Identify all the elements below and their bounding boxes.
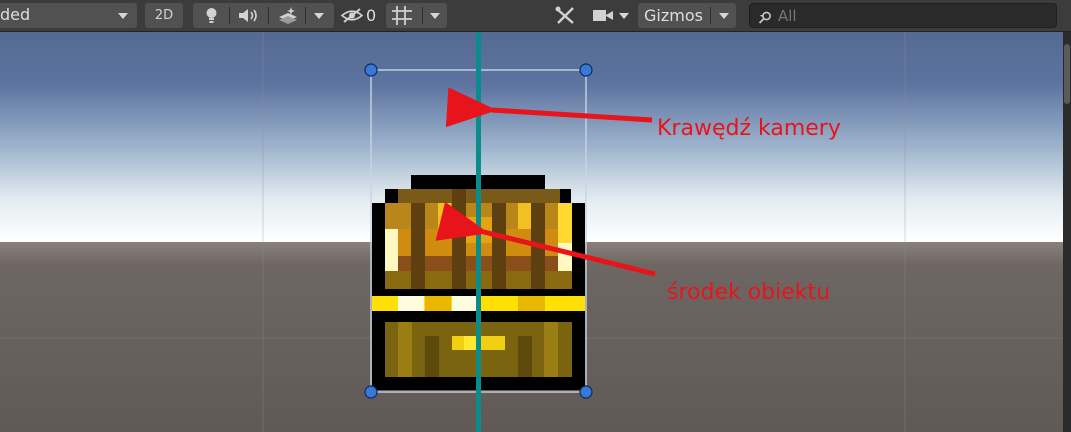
- scene-canvas: [0, 32, 1063, 432]
- resize-handle-top-right[interactable]: [579, 63, 593, 77]
- toolbar-separator: [268, 7, 269, 24]
- speaker-icon[interactable]: [237, 6, 261, 25]
- chevron-down-icon[interactable]: [314, 13, 324, 19]
- chevron-down-icon[interactable]: [719, 13, 729, 19]
- chevron-down-icon: [118, 13, 128, 19]
- camera-settings-dropdown[interactable]: [588, 3, 634, 28]
- resize-handle-bottom-right[interactable]: [579, 385, 593, 399]
- eye-slash-icon: [340, 7, 364, 24]
- toolbar-separator: [229, 7, 230, 24]
- resize-handle-top-left[interactable]: [364, 63, 378, 77]
- toolbar-separator: [422, 7, 423, 24]
- chevron-down-icon[interactable]: [430, 13, 440, 19]
- gizmos-group: Gizmos: [638, 3, 736, 28]
- toolbar-separator: [305, 7, 306, 24]
- search-field[interactable]: [749, 3, 1057, 28]
- resize-handle-bottom-left[interactable]: [364, 385, 378, 399]
- object-center-annotation: środek obiektu: [667, 280, 831, 305]
- search-input[interactable]: [778, 6, 1048, 25]
- scene-toggles-group: [193, 3, 334, 28]
- scene-scrollbar[interactable]: [1063, 32, 1071, 432]
- scene-viewport[interactable]: Krawędź kamery środek obiektu: [0, 32, 1063, 432]
- view-2d-toggle[interactable]: 2D: [145, 3, 183, 28]
- hidden-objects-toggle[interactable]: 0: [336, 3, 382, 28]
- effects-icon[interactable]: [276, 6, 300, 25]
- shading-mode-dropdown[interactable]: ded: [0, 3, 137, 28]
- gizmos-button[interactable]: Gizmos: [644, 3, 703, 28]
- search-icon: [758, 9, 772, 24]
- camera-edge-annotation: Krawędź kamery: [657, 116, 841, 141]
- shading-mode-label: ded: [0, 5, 31, 24]
- tools-icon: [554, 6, 576, 25]
- hidden-count: 0: [366, 6, 377, 25]
- scrollbar-thumb[interactable]: [1064, 44, 1070, 104]
- toolbar-separator: [710, 7, 711, 24]
- lightbulb-icon[interactable]: [201, 6, 222, 25]
- tools-button[interactable]: [548, 3, 582, 28]
- chevron-down-icon: [619, 13, 629, 19]
- grid-icon[interactable]: [391, 5, 413, 26]
- camera-icon: [592, 8, 614, 23]
- grid-toggle-group: [386, 3, 447, 28]
- camera-edge-line: [476, 32, 481, 432]
- scene-toolbar: ded 2D 0 Gizmos All: [0, 0, 1071, 32]
